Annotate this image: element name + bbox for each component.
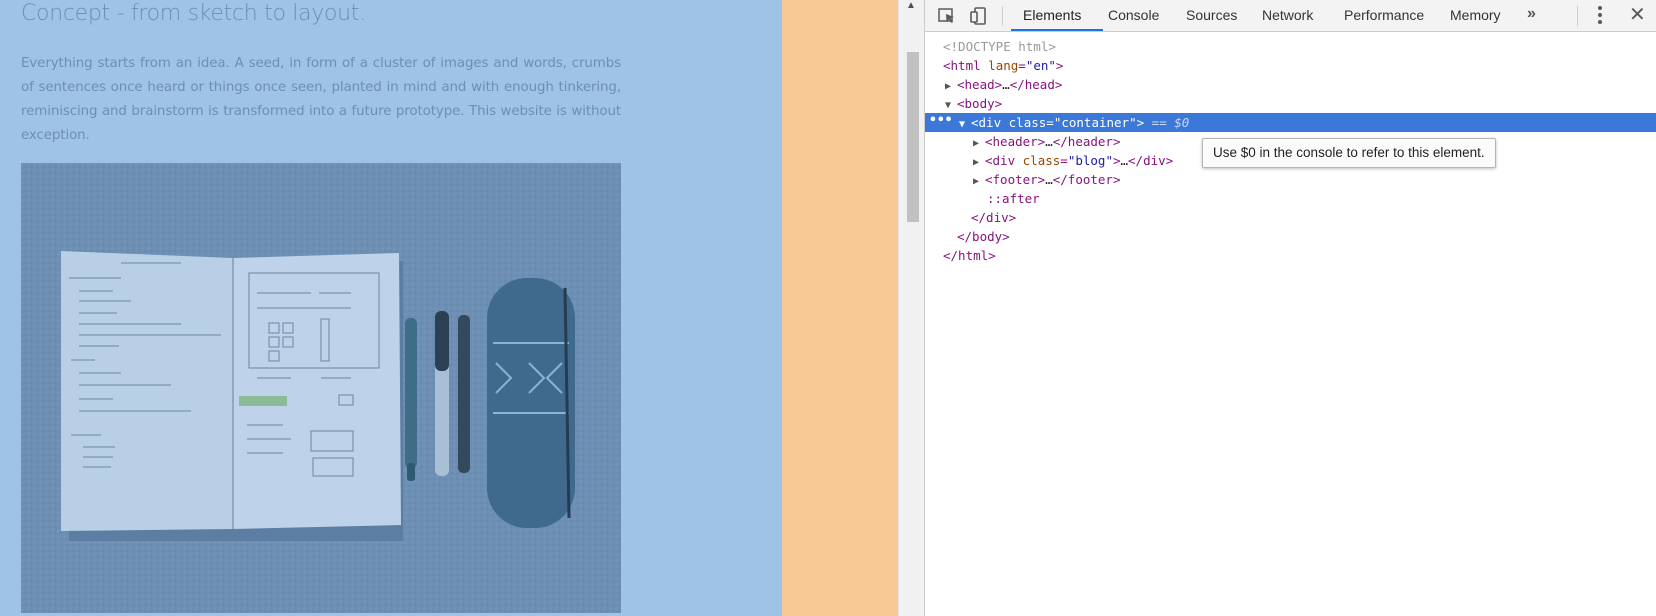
inspect-element-icon[interactable] [937,6,957,26]
scroll-up-arrow-icon[interactable]: ▲ [906,0,916,11]
tab-memory[interactable]: Memory [1450,0,1501,31]
toolbar-separator [1002,6,1003,26]
page-viewport: Concept - from sketch to layout. Everyth… [0,0,898,616]
scrollbar-thumb[interactable] [907,52,919,222]
toolbar-separator [1577,6,1578,26]
devtools-toolbar: Elements Console Sources Network Perform… [925,0,1656,32]
active-tab-indicator [1011,29,1103,31]
dom-node-head[interactable]: ▶ <head>…</head> [925,75,1656,94]
container-content-highlight: Concept - from sketch to layout. Everyth… [0,0,782,616]
device-toolbar-icon[interactable] [969,6,989,26]
blog-post-photo [21,163,621,613]
more-actions-icon[interactable]: ••• [929,111,952,130]
dom-node-footer[interactable]: ▶ <footer>…</footer> [925,170,1656,189]
page-scrollbar[interactable]: ▲ [898,0,924,616]
devtools-panel: Elements Console Sources Network Perform… [924,0,1656,616]
dom-node-body[interactable]: ▼ <body> [925,94,1656,113]
tab-network[interactable]: Network [1262,0,1313,31]
dom-node-after-pseudo[interactable]: ::after [925,189,1656,208]
dom-node-html[interactable]: <html lang="en"> [925,56,1656,75]
dom-node-container-selected[interactable]: ••• ▼ <div class="container"> == $0 [925,113,1656,132]
blog-post-paragraph: Everything starts from an idea. A seed, … [21,56,621,143]
tab-console[interactable]: Console [1108,0,1159,31]
more-tabs-icon[interactable]: » [1527,5,1536,23]
tab-performance[interactable]: Performance [1344,0,1424,31]
close-icon[interactable]: ✕ [1629,2,1646,27]
tab-sources[interactable]: Sources [1186,0,1237,31]
kebab-menu-icon[interactable] [1597,6,1603,26]
dom-node-container-close[interactable]: </div> [925,208,1656,227]
dom-node-doctype[interactable]: <!DOCTYPE html> [925,37,1656,56]
sketch-photo-illustration [21,163,621,613]
dom-node-body-close[interactable]: </body> [925,227,1656,246]
blog-post-title: Concept - from sketch to layout. [21,1,366,26]
tab-elements[interactable]: Elements [1023,0,1081,31]
dollar-zero-tooltip: Use $0 in the console to refer to this e… [1202,138,1496,168]
dom-node-html-close[interactable]: </html> [925,246,1656,265]
